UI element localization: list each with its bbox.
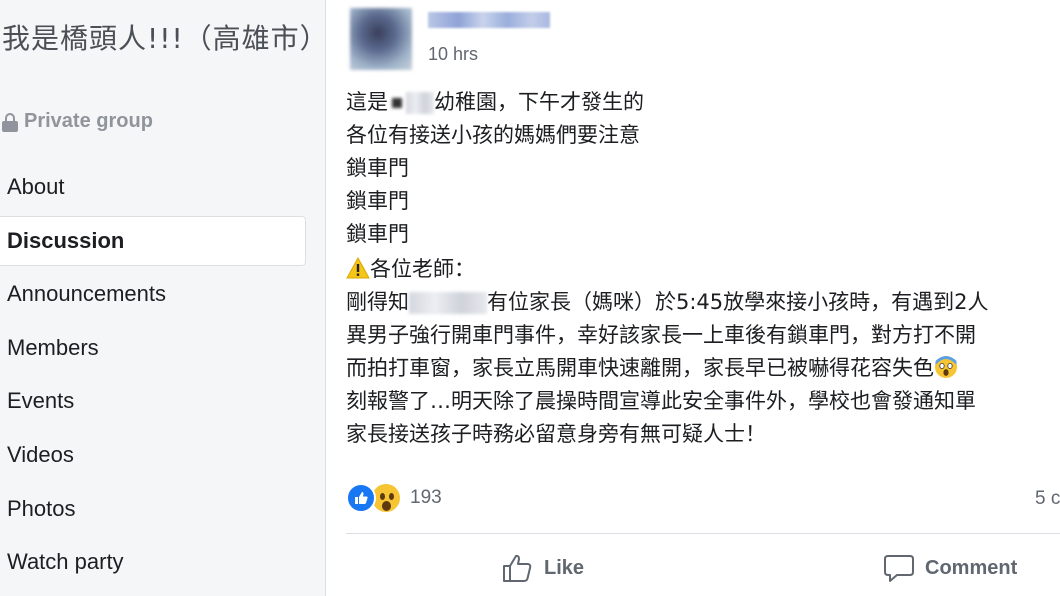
sidebar-item-videos[interactable]: Videos: [0, 430, 306, 480]
warning-icon: [346, 257, 370, 279]
divider: [346, 533, 1060, 534]
comment-label: Comment: [925, 556, 1018, 579]
post-line: 鎖車門: [346, 156, 409, 180]
sidebar-item-members[interactable]: Members: [0, 323, 306, 373]
post-line: 而拍打車窗，家長立馬開車快速離開，家長早已被嚇得花容失色: [346, 352, 1060, 385]
group-sidebar: 我是橋頭人!!!（高雄市） Private group About Discus…: [0, 0, 328, 596]
post-line: 這是 幼稚園，下午才發生的: [346, 90, 644, 114]
group-title[interactable]: 我是橋頭人!!!（高雄市）: [2, 20, 328, 58]
redacted-text: [409, 292, 487, 314]
post-line: 各位有接送小孩的媽媽們要注意: [346, 123, 640, 147]
sidebar-item-about[interactable]: About: [0, 162, 306, 212]
post-line: 鎖車門: [346, 189, 409, 213]
reactions-summary[interactable]: 193: [346, 482, 442, 514]
lock-icon: [2, 112, 18, 132]
group-nav: About Discussion Announcements Members E…: [0, 162, 306, 591]
author-avatar[interactable]: [350, 8, 412, 70]
group-privacy: Private group: [2, 110, 153, 133]
sidebar-item-watch-party[interactable]: Watch party: [0, 537, 306, 587]
comment-bubble-icon: [884, 555, 914, 582]
redacted-text: [406, 92, 434, 114]
sidebar-item-announcements[interactable]: Announcements: [0, 269, 306, 319]
reaction-count: 193: [410, 487, 442, 508]
scream-emoji-icon: [935, 356, 957, 378]
post-line: 家長接送孩子時務必留意身旁有無可疑人士！: [346, 422, 766, 446]
privacy-label: Private group: [24, 110, 153, 132]
author-name-redacted[interactable]: [428, 12, 550, 28]
comment-button[interactable]: Comment: [883, 546, 1017, 590]
sidebar-item-photos[interactable]: Photos: [0, 484, 306, 534]
post-line: 各位老師：: [346, 253, 1060, 286]
post-message: 這是 幼稚園，下午才發生的 各位有接送小孩的媽媽們要注意 鎖車門 鎖車門 鎖車門 …: [346, 86, 1060, 451]
post-line: 異男子強行開車門事件，幸好該家長一上車後有鎖車門，對方打不開: [346, 323, 976, 347]
post-line: 鎖車門: [346, 222, 409, 246]
post-line: 刻報警了…明天除了晨操時間宣導此安全事件外，學校也會發通知單: [346, 389, 976, 413]
redacted-text: [392, 98, 402, 108]
sidebar-item-events[interactable]: Events: [0, 376, 306, 426]
comments-count[interactable]: 5 c: [1035, 488, 1060, 510]
sidebar-item-discussion[interactable]: Discussion: [0, 215, 306, 266]
like-button[interactable]: Like: [502, 546, 584, 590]
like-reaction-icon: [346, 483, 376, 513]
post-card: 10 hrs 這是 幼稚園，下午才發生的 各位有接送小孩的媽媽們要注意 鎖車門 鎖…: [326, 0, 1060, 596]
post-timestamp[interactable]: 10 hrs: [428, 44, 478, 65]
post-line: 剛得知 有位家長（媽咪）於5:45放學來接小孩時，有遇到2人: [346, 290, 989, 314]
thumbs-up-icon: [503, 554, 532, 582]
like-label: Like: [544, 556, 585, 579]
